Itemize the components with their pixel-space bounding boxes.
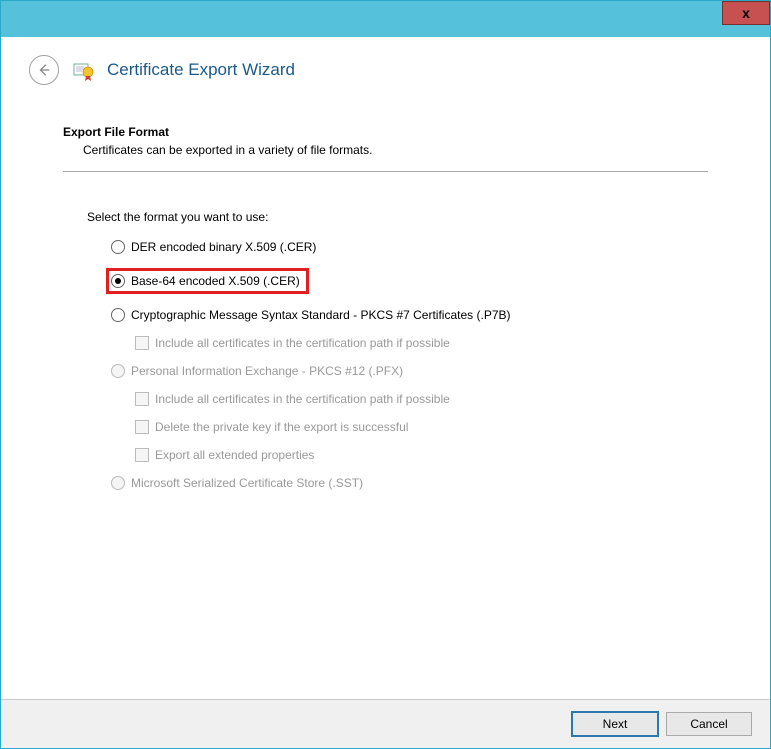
checkbox-pfx-delete: Delete the private key if the export is … [111,420,708,434]
close-button[interactable]: x [722,1,770,25]
radio-input-sst [111,476,125,490]
radio-pfx: Personal Information Exchange - PKCS #12… [111,364,708,378]
certificate-wizard-icon [71,58,95,82]
wizard-footer: Next Cancel [1,699,770,748]
cancel-button[interactable]: Cancel [666,712,752,736]
checkbox-input-pfx-delete [135,420,149,434]
checkbox-pfx-export: Export all extended properties [111,448,708,462]
radio-base64[interactable]: Base-64 encoded X.509 (.CER) [111,268,708,294]
wizard-header: Certificate Export Wizard [1,37,770,99]
titlebar: x [1,1,770,37]
checkbox-label-pfx-export: Export all extended properties [155,448,314,462]
radio-label-sst: Microsoft Serialized Certificate Store (… [131,476,363,490]
radio-input-pfx [111,364,125,378]
radio-label-der: DER encoded binary X.509 (.CER) [131,240,316,254]
next-button[interactable]: Next [572,712,658,736]
radio-label-base64: Base-64 encoded X.509 (.CER) [131,274,300,288]
radio-label-pfx: Personal Information Exchange - PKCS #12… [131,364,403,378]
wizard-content: Export File Format Certificates can be e… [1,99,770,699]
radio-input-base64[interactable] [111,274,125,288]
back-button[interactable] [29,55,59,85]
checkbox-label-pkcs7-include: Include all certificates in the certific… [155,336,450,350]
radio-input-pkcs7[interactable] [111,308,125,322]
divider [63,171,708,172]
format-options: DER encoded binary X.509 (.CER) Base-64 … [63,240,708,490]
radio-sst: Microsoft Serialized Certificate Store (… [111,476,708,490]
highlight-box: Base-64 encoded X.509 (.CER) [106,268,309,294]
wizard-title: Certificate Export Wizard [107,60,295,80]
back-arrow-icon [37,63,51,77]
checkbox-label-pfx-delete: Delete the private key if the export is … [155,420,408,434]
section-heading: Export File Format [63,125,708,139]
radio-der[interactable]: DER encoded binary X.509 (.CER) [111,240,708,254]
checkbox-pkcs7-include: Include all certificates in the certific… [111,336,708,350]
instruction-text: Select the format you want to use: [63,210,708,224]
section-description: Certificates can be exported in a variet… [63,143,708,157]
checkbox-input-pfx-include [135,392,149,406]
checkbox-input-pkcs7-include [135,336,149,350]
radio-input-der[interactable] [111,240,125,254]
checkbox-input-pfx-export [135,448,149,462]
radio-label-pkcs7: Cryptographic Message Syntax Standard - … [131,308,511,322]
radio-pkcs7[interactable]: Cryptographic Message Syntax Standard - … [111,308,708,322]
export-wizard-window: x Certificate Export Wizard Export File … [0,0,771,749]
checkbox-pfx-include: Include all certificates in the certific… [111,392,708,406]
checkbox-label-pfx-include: Include all certificates in the certific… [155,392,450,406]
